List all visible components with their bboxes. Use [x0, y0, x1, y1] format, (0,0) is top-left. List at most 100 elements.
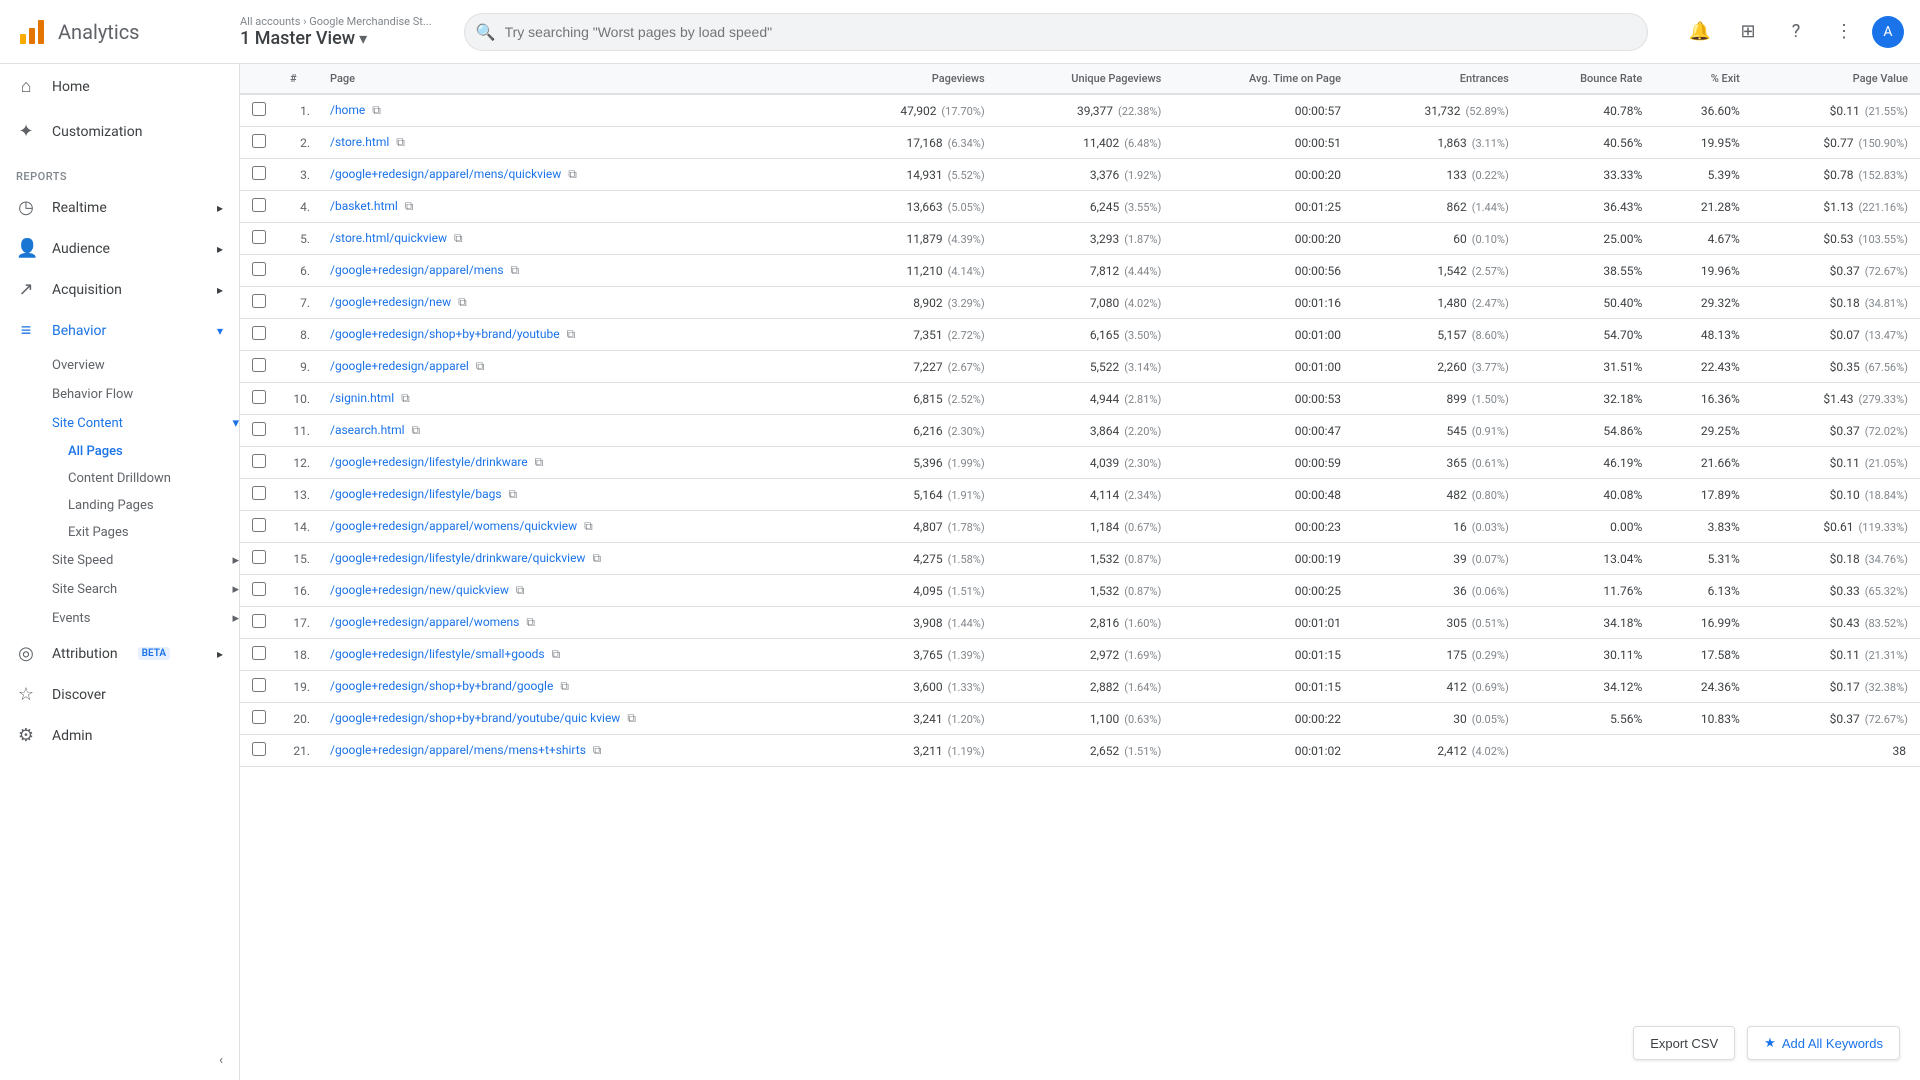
row-page[interactable]: /google+redesign/lifestyle/drinkware ⧉: [318, 447, 829, 479]
row-page[interactable]: /google+redesign/shop+by+brand/google ⧉: [318, 671, 829, 703]
row-page[interactable]: /store.html ⧉: [318, 127, 829, 159]
row-page[interactable]: /google+redesign/lifestyle/small+goods ⧉: [318, 639, 829, 671]
add-keywords-button[interactable]: ★ Add All Keywords: [1747, 1026, 1900, 1060]
page-link[interactable]: /google+redesign/lifestyle/drinkware/qui…: [330, 551, 585, 565]
row-checkbox[interactable]: [240, 671, 278, 703]
page-link-icon[interactable]: ⧉: [516, 583, 525, 597]
sidebar-item-realtime[interactable]: ◷ Realtime ▸: [0, 187, 239, 228]
sidebar-item-behavior[interactable]: ≡ Behavior ▾: [0, 310, 239, 351]
row-page[interactable]: /google+redesign/lifestyle/bags ⧉: [318, 479, 829, 511]
page-link-icon[interactable]: ⧉: [458, 295, 467, 309]
row-page[interactable]: /home ⧉: [318, 94, 829, 127]
sidebar-item-behavior-flow[interactable]: Behavior Flow: [52, 380, 239, 409]
help-button[interactable]: ?: [1776, 12, 1816, 52]
row-checkbox[interactable]: [240, 127, 278, 159]
row-page[interactable]: /google+redesign/apparel/mens/quickview …: [318, 159, 829, 191]
row-checkbox[interactable]: [240, 639, 278, 671]
page-link[interactable]: /google+redesign/apparel/womens: [330, 615, 519, 629]
row-page[interactable]: /basket.html ⧉: [318, 191, 829, 223]
page-link-icon[interactable]: ⧉: [476, 359, 485, 373]
page-link-icon[interactable]: ⧉: [372, 103, 381, 117]
page-link[interactable]: /google+redesign/lifestyle/bags: [330, 487, 502, 501]
row-page[interactable]: /google+redesign/lifestyle/drinkware/qui…: [318, 543, 829, 575]
sidebar-item-content-drilldown[interactable]: Content Drilldown: [68, 465, 239, 492]
row-checkbox[interactable]: [240, 287, 278, 319]
row-checkbox[interactable]: [240, 351, 278, 383]
page-link[interactable]: /google+redesign/lifestyle/small+goods: [330, 647, 545, 661]
apps-button[interactable]: ⊞: [1728, 12, 1768, 52]
col-bounce-rate[interactable]: Bounce Rate: [1521, 64, 1655, 94]
page-link[interactable]: /google+redesign/shop+by+brand/google: [330, 679, 553, 693]
row-page[interactable]: /signin.html ⧉: [318, 383, 829, 415]
sidebar-item-home[interactable]: ⌂ Home: [0, 64, 239, 109]
row-checkbox[interactable]: [240, 735, 278, 767]
col-page[interactable]: Page: [318, 64, 829, 94]
sidebar-item-site-speed[interactable]: Site Speed ▸: [52, 546, 239, 575]
row-checkbox[interactable]: [240, 191, 278, 223]
page-link-icon[interactable]: ⧉: [401, 391, 410, 405]
row-page[interactable]: /asearch.html ⧉: [318, 415, 829, 447]
row-page[interactable]: /google+redesign/shop+by+brand/youtube/q…: [318, 703, 829, 735]
sidebar-item-attribution[interactable]: ◎ Attribution BETA ▸: [0, 633, 239, 674]
view-selector[interactable]: 1 Master View ▾: [240, 28, 432, 49]
page-link-icon[interactable]: ⧉: [568, 167, 577, 181]
page-link-icon[interactable]: ⧉: [584, 519, 593, 533]
page-link-icon[interactable]: ⧉: [509, 487, 518, 501]
sidebar-item-events[interactable]: Events ▸: [52, 604, 239, 633]
sidebar-item-site-search[interactable]: Site Search ▸: [52, 575, 239, 604]
row-page[interactable]: /google+redesign/new/quickview ⧉: [318, 575, 829, 607]
col-pageviews[interactable]: Pageviews: [829, 64, 997, 94]
row-checkbox[interactable]: [240, 415, 278, 447]
page-link-icon[interactable]: ⧉: [593, 743, 602, 757]
more-button[interactable]: ⋮: [1824, 12, 1864, 52]
page-link[interactable]: /google+redesign/apparel/womens/quickvie…: [330, 519, 577, 533]
row-page[interactable]: /google+redesign/apparel/womens/quickvie…: [318, 511, 829, 543]
row-page[interactable]: /google+redesign/apparel/mens/mens+t+shi…: [318, 735, 829, 767]
row-page[interactable]: /google+redesign/apparel/mens ⧉: [318, 255, 829, 287]
page-link-icon[interactable]: ⧉: [511, 263, 520, 277]
page-link[interactable]: /google+redesign/lifestyle/drinkware: [330, 455, 528, 469]
page-link[interactable]: /home: [330, 103, 365, 117]
row-checkbox[interactable]: [240, 703, 278, 735]
page-link-icon[interactable]: ⧉: [405, 199, 414, 213]
row-checkbox[interactable]: [240, 447, 278, 479]
row-checkbox[interactable]: [240, 223, 278, 255]
page-link[interactable]: /store.html/quickview: [330, 231, 447, 245]
breadcrumb-parent[interactable]: All accounts: [240, 15, 300, 28]
site-content-header[interactable]: Site Content ▾: [52, 409, 239, 438]
sidebar-collapse-button[interactable]: ‹: [0, 1041, 239, 1080]
avatar[interactable]: A: [1872, 16, 1904, 48]
sidebar-item-all-pages[interactable]: All Pages: [68, 438, 239, 465]
page-link-icon[interactable]: ⧉: [535, 455, 544, 469]
page-link[interactable]: /asearch.html: [330, 423, 405, 437]
row-checkbox[interactable]: [240, 319, 278, 351]
page-link[interactable]: /google+redesign/new/quickview: [330, 583, 509, 597]
row-checkbox[interactable]: [240, 479, 278, 511]
search-input[interactable]: [464, 13, 1648, 51]
row-checkbox[interactable]: [240, 607, 278, 639]
row-checkbox[interactable]: [240, 511, 278, 543]
col-entrances[interactable]: Entrances: [1353, 64, 1521, 94]
page-link-icon[interactable]: ⧉: [567, 327, 576, 341]
row-page[interactable]: /store.html/quickview ⧉: [318, 223, 829, 255]
sidebar-item-admin[interactable]: ⚙ Admin: [0, 715, 239, 756]
sidebar-item-discover[interactable]: ☆ Discover: [0, 674, 239, 715]
row-checkbox[interactable]: [240, 543, 278, 575]
page-link[interactable]: /store.html: [330, 135, 389, 149]
sidebar-item-overview[interactable]: Overview: [52, 351, 239, 380]
page-link-icon[interactable]: ⧉: [552, 647, 561, 661]
sidebar-item-acquisition[interactable]: ↗ Acquisition ▸: [0, 269, 239, 310]
page-link[interactable]: /google+redesign/new: [330, 295, 451, 309]
col-exit-pct[interactable]: % Exit: [1654, 64, 1751, 94]
page-link[interactable]: /google+redesign/apparel/mens/quickview: [330, 167, 561, 181]
sidebar-item-audience[interactable]: 👤 Audience ▸: [0, 228, 239, 269]
page-link[interactable]: /basket.html: [330, 199, 398, 213]
breadcrumb-account[interactable]: Google Merchandise St...: [309, 15, 431, 28]
row-checkbox[interactable]: [240, 255, 278, 287]
row-checkbox[interactable]: [240, 94, 278, 127]
col-avg-time[interactable]: Avg. Time on Page: [1173, 64, 1353, 94]
page-link[interactable]: /google+redesign/apparel/mens/mens+t+shi…: [330, 743, 586, 757]
page-link[interactable]: /google+redesign/shop+by+brand/youtube: [330, 327, 560, 341]
row-checkbox[interactable]: [240, 159, 278, 191]
sidebar-item-customization[interactable]: ✦ Customization: [0, 109, 239, 154]
